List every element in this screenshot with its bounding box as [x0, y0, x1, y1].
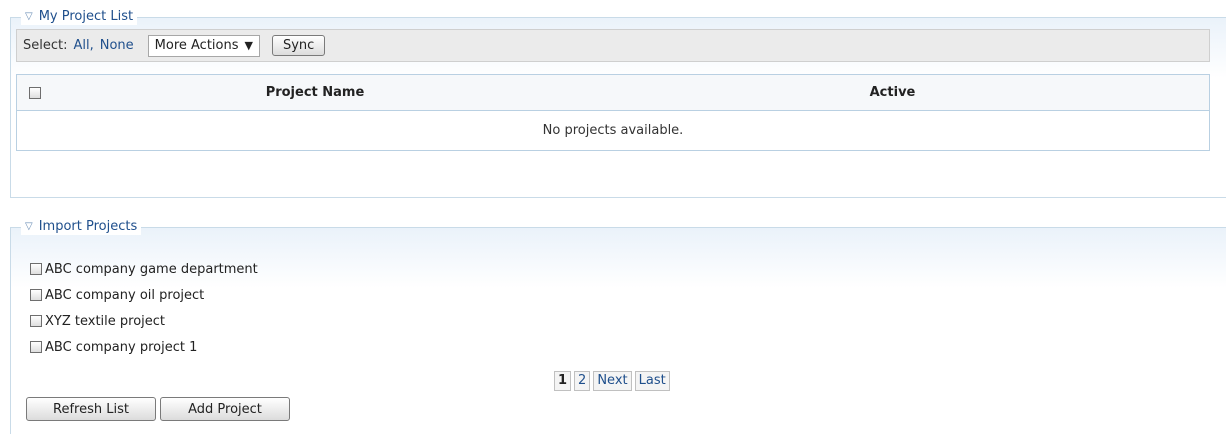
collapse-triangle-icon[interactable]: ▽ — [25, 9, 33, 25]
more-actions-dropdown[interactable]: More Actions ▼ — [147, 34, 260, 57]
select-all-link[interactable]: All, — [73, 38, 93, 53]
import-projects-legend[interactable]: ▽ Import Projects — [21, 219, 142, 235]
import-checkbox[interactable] — [30, 263, 42, 275]
empty-message: No projects available. — [16, 110, 1210, 151]
my-project-list-title: My Project List — [38, 9, 134, 24]
project-list-toolbar: Select: All, None More Actions ▼ Sync — [16, 29, 1210, 62]
select-label: Select: — [23, 38, 68, 53]
import-checkbox[interactable] — [30, 341, 42, 353]
import-checkbox[interactable] — [30, 289, 42, 301]
select-none-link[interactable]: None — [100, 38, 134, 53]
import-projects-title: Import Projects — [38, 219, 138, 234]
import-project-list: ABC company game department ABC company … — [30, 256, 258, 360]
table-row-empty: No projects available. — [16, 110, 1210, 151]
list-item[interactable]: ABC company project 1 — [30, 334, 258, 360]
list-item[interactable]: ABC company oil project — [30, 282, 258, 308]
import-checkbox[interactable] — [30, 315, 42, 327]
dropdown-arrow-icon: ▼ — [244, 39, 253, 52]
more-actions-label: More Actions — [154, 38, 239, 53]
page-1-current: 1 — [554, 371, 572, 391]
list-item[interactable]: ABC company game department — [30, 256, 258, 282]
last-page-link[interactable]: Last — [634, 371, 670, 391]
my-project-list-legend[interactable]: ▽ My Project List — [21, 9, 138, 25]
import-item-label: XYZ textile project — [45, 313, 166, 329]
project-table: Project Name Active No projects availabl… — [16, 74, 1210, 151]
header-checkbox-cell — [16, 74, 54, 111]
sync-button[interactable]: Sync — [271, 35, 326, 56]
collapse-triangle-icon[interactable]: ▽ — [25, 219, 33, 235]
import-actions: Refresh List Add Project — [26, 397, 290, 421]
list-item[interactable]: XYZ textile project — [30, 308, 258, 334]
next-page-link[interactable]: Next — [593, 371, 632, 391]
import-item-label: ABC company game department — [45, 261, 258, 277]
import-item-label: ABC company oil project — [45, 287, 205, 303]
column-project-name[interactable]: Project Name — [54, 74, 576, 111]
page-2-link[interactable]: 2 — [574, 371, 591, 391]
pagination: 1 2 Next Last — [554, 371, 670, 391]
import-item-label: ABC company project 1 — [45, 339, 198, 355]
select-all-checkbox[interactable] — [29, 86, 41, 99]
column-active[interactable]: Active — [576, 74, 1210, 111]
project-table-header: Project Name Active — [16, 74, 1210, 111]
add-project-button[interactable]: Add Project — [160, 397, 290, 421]
refresh-list-button[interactable]: Refresh List — [26, 397, 156, 421]
